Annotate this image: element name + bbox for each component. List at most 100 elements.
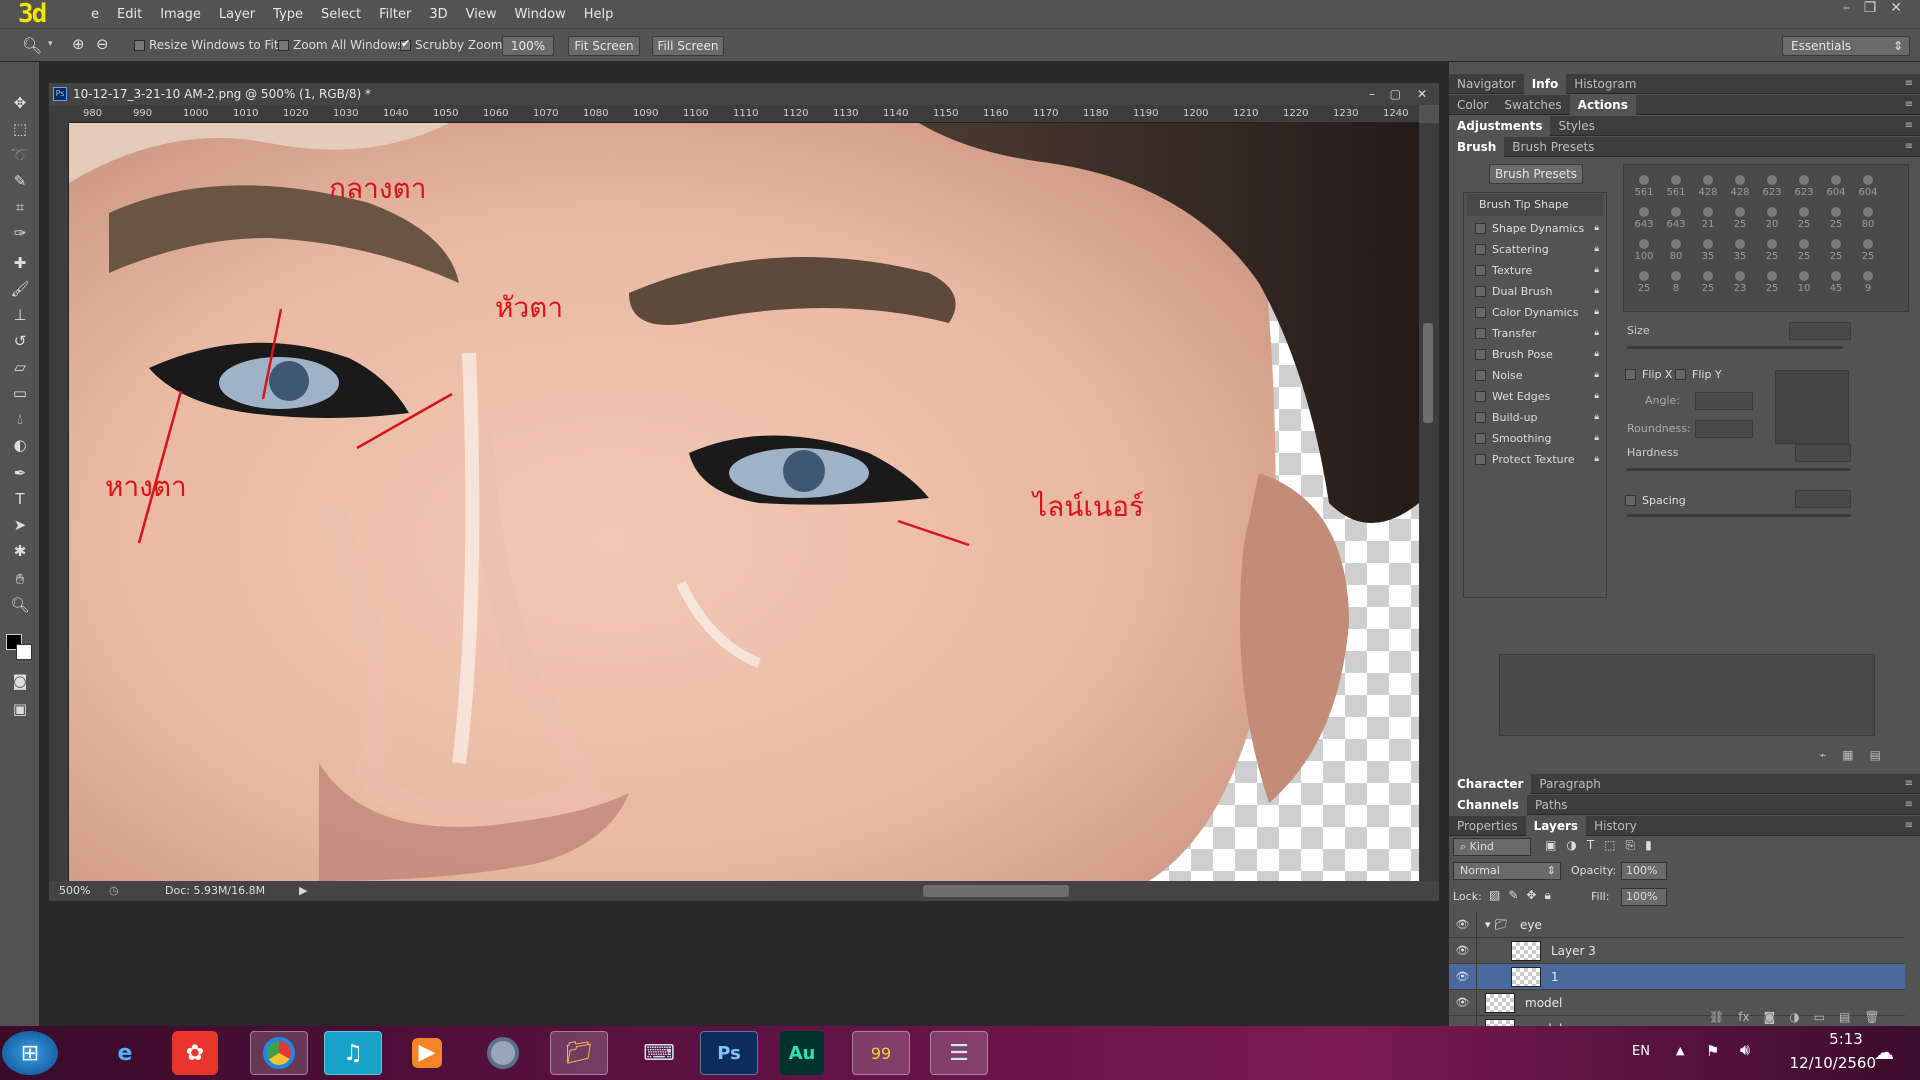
brush-option-checkbox[interactable]: Build-up 🔒︎ — [1469, 407, 1599, 427]
blur-tool-icon[interactable]: 💧︎ — [8, 408, 32, 430]
lock-icon[interactable]: 🔒︎ — [1594, 307, 1599, 317]
panel-menu-icon[interactable]: ≡ — [1897, 820, 1920, 831]
zoom-tool-icon[interactable]: 🔍︎ — [8, 594, 32, 616]
adjustment-filter-icon[interactable]: ◑ — [1566, 838, 1576, 853]
spacing-slider[interactable] — [1627, 514, 1851, 517]
internet-explorer-icon[interactable]: e — [96, 1031, 154, 1075]
doc-close-icon[interactable]: ✕ — [1417, 83, 1427, 105]
lock-icon[interactable]: 🔒︎ — [1594, 391, 1599, 401]
panel-menu-icon[interactable]: ≡ — [1897, 141, 1920, 152]
type-filter-icon[interactable]: T — [1587, 838, 1594, 853]
lock-icon[interactable]: 🔒︎ — [1594, 349, 1599, 359]
eye-icon[interactable]: 👁︎ — [1449, 937, 1477, 964]
shape-filter-icon[interactable]: ⬚ — [1604, 838, 1615, 853]
brush-preset[interactable]: 35 — [1726, 239, 1754, 262]
panel-tab[interactable]: Character — [1449, 773, 1532, 794]
menu-item-4[interactable]: Type — [264, 7, 312, 22]
brush-preset[interactable]: 428 — [1726, 175, 1754, 198]
close-icon[interactable]: ✕ — [1890, 0, 1902, 20]
checkbox-box[interactable] — [1475, 390, 1486, 402]
panel-tab[interactable]: Histogram — [1566, 77, 1644, 91]
brush-tool-icon[interactable]: 🖌︎ — [8, 278, 32, 300]
panel-tab[interactable]: Navigator — [1449, 77, 1524, 91]
size-slider[interactable] — [1627, 346, 1843, 349]
workspace-select[interactable]: Essentials ⇕ — [1782, 36, 1910, 56]
lock-icon[interactable]: 🔒︎ — [1594, 265, 1599, 275]
media-player-icon[interactable]: ▶ — [398, 1031, 456, 1075]
document-tab[interactable]: Ps 10-12-17_3-21-10 AM-2.png @ 500% (1, … — [49, 83, 1439, 105]
panel-tab[interactable]: Actions — [1569, 94, 1636, 115]
keyboard-icon[interactable]: ⌨ — [630, 1031, 688, 1075]
menu-item-7[interactable]: 3D — [420, 7, 456, 22]
chrome-canary-icon[interactable] — [474, 1031, 532, 1075]
path-select-icon[interactable]: ➤ — [8, 514, 32, 536]
brush-preset[interactable]: 25 — [1790, 239, 1818, 262]
brush-angle-preview[interactable] — [1775, 370, 1849, 444]
checkbox-box[interactable] — [1475, 453, 1486, 465]
canvas[interactable]: กลางตา หัวตา หางตา ไลน์เนอร์ — [69, 123, 1419, 881]
cloud-icon[interactable]: ☁ — [1874, 1040, 1894, 1064]
layer-row[interactable]: 👁︎ ▾ 📁︎ eye — [1449, 911, 1905, 938]
brush-option-checkbox[interactable]: Protect Texture 🔒︎ — [1469, 449, 1599, 469]
brush-preset[interactable]: 561 — [1662, 175, 1690, 198]
eye-icon[interactable]: 👁︎ — [1449, 963, 1477, 990]
itunes-icon[interactable]: ♫ — [324, 1031, 382, 1075]
brush-preset[interactable]: 604 — [1854, 175, 1882, 198]
screen-mode-icon[interactable]: ▣ — [8, 698, 32, 720]
red-app-icon[interactable]: ✿ — [172, 1031, 218, 1075]
brush-preset[interactable]: 604 — [1822, 175, 1850, 198]
app-99-icon[interactable]: 99 — [852, 1031, 910, 1075]
opacity-input[interactable]: 100% — [1621, 862, 1667, 880]
brush-preset[interactable]: 10 — [1790, 271, 1818, 294]
panel-menu-icon[interactable]: ≡ — [1897, 78, 1920, 89]
checkbox-box[interactable] — [1475, 432, 1486, 444]
brush-preset[interactable]: 623 — [1790, 175, 1818, 198]
checkbox-box[interactable] — [1475, 243, 1486, 255]
clock-date[interactable]: 12/10/2560 — [1776, 1054, 1876, 1072]
doc-minimize-icon[interactable]: – — [1369, 83, 1375, 105]
flag-icon[interactable]: ⚑ — [1706, 1042, 1719, 1060]
doc-maximize-icon[interactable]: ▢ — [1390, 83, 1401, 105]
brush-preset[interactable]: 100 — [1630, 239, 1658, 262]
smart-filter-icon[interactable]: ⎘ — [1626, 838, 1636, 853]
panel-menu-icon[interactable]: ≡ — [1897, 99, 1920, 110]
lock-icon[interactable]: 🔒︎ — [1594, 412, 1599, 422]
gradient-tool-icon[interactable]: ▭ — [8, 382, 32, 404]
menu-item-10[interactable]: Help — [575, 7, 623, 22]
brush-preset[interactable]: 561 — [1630, 175, 1658, 198]
lock-icon[interactable]: 🔒︎ — [1594, 328, 1599, 338]
checkbox-box[interactable] — [1475, 348, 1486, 360]
checkbox-box[interactable] — [1475, 411, 1486, 423]
mask-icon[interactable]: ◙ — [1764, 1010, 1776, 1024]
pixel-filter-icon[interactable]: ▣ — [1545, 838, 1556, 853]
minimize-icon[interactable]: – — [1843, 0, 1850, 20]
start-button[interactable]: ⊞ — [2, 1031, 58, 1075]
checkbox-box[interactable] — [1475, 306, 1486, 318]
brush-preset[interactable]: 25 — [1822, 207, 1850, 230]
brush-preset[interactable]: 643 — [1630, 207, 1658, 230]
brush-preset-grid[interactable]: 561 561 428 428 623 623 604 604 643 643 21 25 20 25 25… — [1623, 164, 1909, 312]
zoom-all-checkbox[interactable]: Zoom All Windows — [278, 38, 404, 52]
brush-preset[interactable]: 25 — [1726, 207, 1754, 230]
healing-tool-icon[interactable]: ✚ — [8, 252, 32, 274]
history-brush-icon[interactable]: ↺ — [8, 330, 32, 352]
filter-toggle-icon[interactable]: ▮ — [1645, 838, 1652, 853]
size-input[interactable] — [1789, 322, 1851, 340]
brush-preset[interactable]: 25 — [1694, 271, 1722, 294]
menu-item-9[interactable]: Window — [505, 7, 574, 22]
brush-preset[interactable]: 643 — [1662, 207, 1690, 230]
lasso-tool-icon[interactable]: ➰ — [8, 144, 32, 166]
brush-option-checkbox[interactable]: Wet Edges 🔒︎ — [1469, 386, 1599, 406]
menu-item-2[interactable]: Image — [151, 7, 210, 22]
lock-icon[interactable]: 🔒︎ — [1594, 370, 1599, 380]
speaker-icon[interactable]: 🔊︎ — [1740, 1040, 1750, 1060]
brush-option-checkbox[interactable]: Texture 🔒︎ — [1469, 260, 1599, 280]
checkbox-box[interactable] — [1475, 369, 1486, 381]
checkbox-box[interactable] — [1475, 285, 1486, 297]
panel-menu-icon[interactable]: ≡ — [1897, 799, 1920, 810]
fill-screen-button[interactable]: Fill Screen — [652, 36, 724, 56]
panel-menu-icon[interactable]: ≡ — [1897, 120, 1920, 131]
blend-mode-select[interactable]: Normal ⇕ — [1453, 862, 1561, 880]
language-indicator[interactable]: EN — [1632, 1044, 1650, 1059]
crop-tool-icon[interactable]: ⌗ — [8, 196, 32, 218]
